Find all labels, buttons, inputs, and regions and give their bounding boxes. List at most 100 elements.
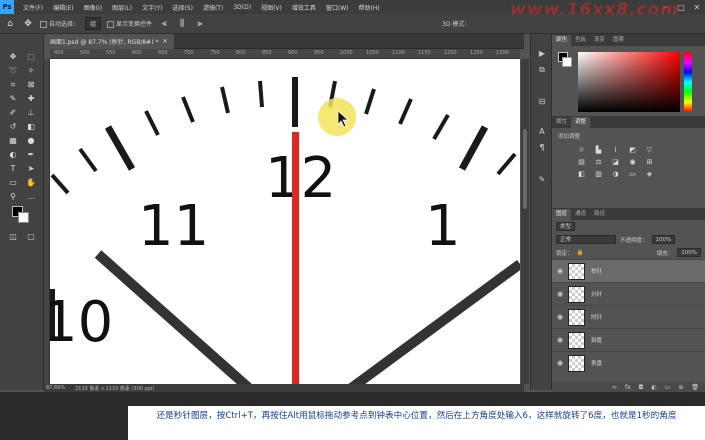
screen-mode-icon[interactable]: ▢ (24, 230, 38, 244)
visibility-eye-icon[interactable]: ◉ (552, 359, 568, 367)
tab-gradients[interactable]: 渐变 (590, 35, 609, 46)
quick-mask-icon[interactable]: ◫ (6, 230, 20, 244)
menu-view[interactable]: 视图(V) (256, 3, 287, 12)
curves-icon[interactable]: ⌇ (610, 146, 621, 155)
visibility-eye-icon[interactable]: ◉ (552, 313, 568, 321)
auto-select-checkbox[interactable]: 自动选择： (40, 19, 79, 28)
adjustment-layer-icon[interactable]: ◐ (651, 384, 656, 391)
visibility-eye-icon[interactable]: ◉ (552, 290, 568, 298)
canvas-scrollbar[interactable] (521, 59, 529, 384)
history-brush-icon[interactable]: ↺ (6, 120, 20, 134)
frame-icon[interactable]: ⊠ (24, 78, 38, 92)
tab-layers[interactable]: 图层 (552, 209, 572, 220)
crop-icon[interactable]: ⌗ (6, 78, 20, 92)
scroll-thumb[interactable] (523, 129, 527, 209)
move-icon[interactable]: ✥ (6, 50, 20, 64)
brightness-icon[interactable]: ☼ (576, 146, 587, 155)
eyedropper-icon[interactable]: ✎ (6, 92, 20, 106)
more-tools-icon[interactable]: … (24, 190, 38, 204)
tab-color[interactable]: 颜色 (552, 35, 572, 46)
layer-row[interactable]: ◉ 刻度 (552, 328, 705, 351)
layer-row[interactable]: ◉ 秒针 (552, 259, 705, 282)
menu-3d[interactable]: 3D(D) (228, 4, 256, 11)
exposure-icon[interactable]: ◩ (627, 146, 638, 155)
menu-filter[interactable]: 滤镜(T) (198, 3, 228, 12)
marquee-icon[interactable]: ⬚ (24, 50, 38, 64)
color-balance-icon[interactable]: ⚖ (593, 158, 604, 167)
threshold-icon[interactable]: ◑ (610, 170, 621, 179)
color-picker-field[interactable] (578, 52, 680, 112)
zoom-level[interactable]: 87.69% (46, 385, 65, 391)
eraser-icon[interactable]: ◧ (24, 120, 38, 134)
hand-icon[interactable]: ✋ (24, 176, 38, 190)
delete-layer-icon[interactable]: 🗑 (691, 384, 699, 391)
hue-saturation-icon[interactable]: ▤ (576, 158, 587, 167)
menu-type[interactable]: 文字(Y) (137, 3, 167, 12)
lasso-icon[interactable]: ➰ (6, 64, 20, 78)
dodge-icon[interactable]: ◐ (6, 148, 20, 162)
align-left-icon[interactable]: ⫷ (158, 18, 170, 30)
auto-select-dropdown[interactable]: 组 (85, 17, 102, 30)
opacity-input[interactable]: 100% (651, 235, 676, 244)
menu-image[interactable]: 图像(I) (79, 3, 107, 12)
align-center-icon[interactable]: ⫼ (176, 18, 188, 30)
background-color-swatch[interactable] (18, 212, 29, 223)
menu-plugins[interactable]: 增效工具 (287, 3, 321, 12)
levels-icon[interactable]: ▙ (593, 146, 604, 155)
show-transform-checkbox[interactable]: 显示变换控件 (107, 19, 152, 28)
blur-icon[interactable]: ● (24, 134, 38, 148)
tab-paths[interactable]: 路径 (590, 209, 609, 220)
tab-channels[interactable]: 通道 (571, 209, 590, 220)
document-canvas[interactable]: 12 11 1 10 (50, 59, 520, 384)
lock-icon[interactable]: 🔒 (577, 250, 584, 256)
vibrance-icon[interactable]: ▽ (644, 146, 655, 155)
shape-icon[interactable]: ▭ (6, 176, 20, 190)
layer-kind-filter[interactable]: 类型 (556, 222, 576, 231)
tab-close-icon[interactable]: ✕ (162, 38, 167, 45)
photo-filter-icon[interactable]: ◉ (627, 158, 638, 167)
tab-properties[interactable]: 属性 (552, 117, 571, 128)
brush-icon[interactable]: ✐ (6, 106, 20, 120)
visibility-eye-icon[interactable]: ◉ (552, 336, 568, 344)
hue-slider[interactable] (684, 52, 692, 112)
home-icon[interactable]: ⌂ (4, 18, 16, 30)
move-tool-icon[interactable]: ✥ (22, 18, 34, 30)
menu-layer[interactable]: 图层(L) (107, 3, 137, 12)
layer-row[interactable]: ◉ 时针 (552, 305, 705, 328)
channel-mixer-icon[interactable]: ⊞ (644, 158, 655, 167)
history-icon[interactable]: ⧉ (536, 64, 548, 76)
brush-settings-icon[interactable]: ✎ (536, 174, 548, 186)
black-white-icon[interactable]: ◪ (610, 158, 621, 167)
menu-edit[interactable]: 编辑(E) (48, 3, 78, 12)
document-tab[interactable]: 画面1.psd @ 87.7% (秒针, RGB/8#) * ✕ (44, 33, 174, 49)
fx-icon[interactable]: fx (625, 384, 631, 391)
color-background-swatch[interactable] (562, 57, 572, 67)
blend-mode-select[interactable]: 正常 (556, 235, 616, 244)
layer-row[interactable]: ◉ 分针 (552, 282, 705, 305)
magic-wand-icon[interactable]: ✧ (24, 64, 38, 78)
posterize-icon[interactable]: ▥ (593, 170, 604, 179)
type-icon[interactable]: T (6, 162, 20, 176)
tab-swatches[interactable]: 色板 (571, 35, 590, 46)
new-layer-icon[interactable]: ⊕ (678, 384, 683, 391)
tab-patterns[interactable]: 图案 (609, 35, 628, 46)
stamp-icon[interactable]: ⊥ (24, 106, 38, 120)
path-select-icon[interactable]: ➤ (24, 162, 38, 176)
gradient-map-icon[interactable]: ▭ (627, 170, 638, 179)
layer-row[interactable]: ◉ 表盘 (552, 351, 705, 374)
new-group-icon[interactable]: ▭ (665, 384, 671, 391)
pen-icon[interactable]: ✒ (24, 148, 38, 162)
link-layers-icon[interactable]: ∞ (612, 384, 617, 391)
play-icon[interactable]: ▶ (536, 48, 548, 60)
add-mask-icon[interactable]: ◘ (639, 384, 644, 391)
close-icon[interactable]: ✕ (689, 3, 705, 12)
visibility-eye-icon[interactable]: ◉ (552, 267, 568, 275)
align-right-icon[interactable]: ⫸ (194, 18, 206, 30)
actions-icon[interactable]: ⊟ (536, 96, 548, 108)
invert-icon[interactable]: ◧ (576, 170, 587, 179)
healing-icon[interactable]: ✚ (24, 92, 38, 106)
zoom-icon[interactable]: ⚲ (6, 190, 20, 204)
paragraph-icon[interactable]: ¶ (536, 142, 548, 154)
gradient-icon[interactable]: ▦ (6, 134, 20, 148)
menu-help[interactable]: 帮助(H) (354, 3, 385, 12)
